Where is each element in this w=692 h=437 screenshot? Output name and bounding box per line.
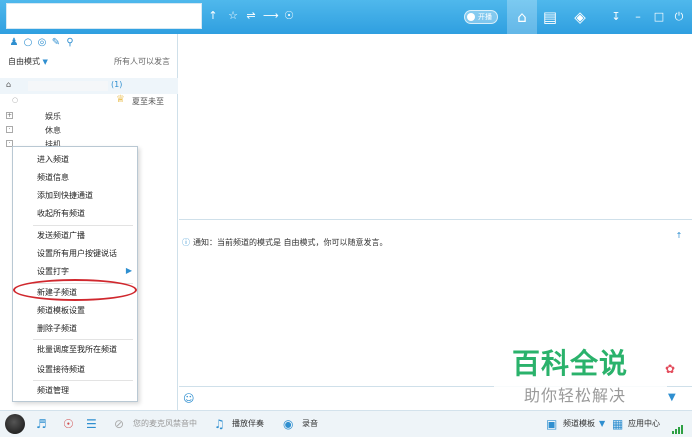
watermark-title: 百科全说 [512,347,629,380]
tree-item[interactable]: · 休息 [0,123,178,137]
maximize-icon[interactable]: □ [652,9,666,25]
mic-off-icon[interactable]: ⊘ [114,417,124,431]
menu-item-enter-channel[interactable]: 进入频道 [37,154,69,165]
menu-item-typing-settings[interactable]: 设置打字 [37,266,69,277]
channel-root[interactable]: ⌂ (1) [0,78,178,94]
apps-icon[interactable]: ▦ [612,417,623,431]
dropdown-icon[interactable]: ▼ [668,392,676,403]
user-icon[interactable]: ♟ [8,37,20,48]
user-name: 夏至未至 [132,97,164,106]
menu-item-add-shortcut[interactable]: 添加到快捷通道 [37,190,93,201]
speaker-icon[interactable]: ♬ [36,417,47,431]
power-icon[interactable]: ⏻ [672,9,686,25]
equalizer-icon[interactable]: ☰ [86,417,97,431]
template-icon[interactable]: ▣ [546,417,557,431]
download-icon[interactable]: ↧ [609,9,623,25]
watermark-subtitle: 助你轻松解决 [524,386,627,405]
channel-toolbar: ♟ ○ ◎ ✎ ⚲ [8,37,78,51]
search-icon[interactable]: ⚲ [64,37,76,48]
chevron-right-icon: ▶ [125,266,132,275]
notice-text: 通知：当前频道的模式是 自由模式，你可以随意发言。 [193,238,388,247]
share-arrow-icon[interactable]: ↑ [206,8,220,24]
channel-context-menu: 进入频道 频道信息 添加到快捷通道 收起所有频道 发送频道广播 设置所有用户按键… [12,146,138,402]
shield-icon[interactable]: ☉ [282,8,296,24]
channel-template-button[interactable]: 频道模板 [563,417,595,431]
chat-icon[interactable]: ○ [22,37,34,48]
edit-icon[interactable]: ✎ [50,37,62,48]
share-icon[interactable]: ⟶ [263,8,279,24]
channel-member-count: (1) [111,80,123,89]
signal-icon [672,420,684,434]
menu-item-push-to-talk[interactable]: 设置所有用户按键说话 [37,248,117,259]
channel-name-redacted [28,81,108,91]
channel-search-input[interactable] [6,3,202,29]
emoji-icon[interactable]: ☺ [183,392,194,405]
menu-divider [33,380,133,381]
menu-item-channel-info[interactable]: 频道信息 [37,172,69,183]
transfer-icon[interactable]: ⇌ [244,8,258,24]
gamepad-icon[interactable]: ◈ [565,0,595,34]
tree-item-label: 休息 [45,126,61,135]
mode-row: 自由模式 ▼ 所有人可以发言 [8,56,174,67]
info-icon: ⓘ [182,238,190,247]
tree-item[interactable]: + 娱乐 [0,109,178,123]
play-accompaniment-button[interactable]: 播放伴奏 [232,417,264,431]
status-dot-icon: ○ [12,96,19,104]
speak-permission: 所有人可以发言 [114,57,170,66]
menu-item-reception-channel[interactable]: 设置接待频道 [37,364,85,375]
location-icon[interactable]: ◎ [36,37,48,48]
record-icon[interactable]: ◉ [283,417,293,431]
menu-item-delete-subchannel[interactable]: 删除子频道 [37,323,77,334]
mode-selector[interactable]: 自由模式 [8,57,40,66]
expand-icon[interactable]: + [6,112,13,119]
avatar[interactable] [5,414,25,434]
live-toggle[interactable]: 开播 [464,10,498,24]
menu-item-batch-move[interactable]: 批量调度至我所在频道 [37,344,117,355]
record-button[interactable]: 录音 [302,417,318,431]
mic-status-text: 您的麦克风禁音中 [133,419,197,428]
menu-divider [33,225,133,226]
home-small-icon: ⌂ [6,80,12,89]
menu-item-broadcast[interactable]: 发送频道广播 [37,230,85,241]
watermark: 百科全说 助你轻松解决 [494,330,667,410]
home-icon[interactable]: ⌂ [507,0,537,34]
menu-divider [33,339,133,340]
list-icon[interactable]: ▤ [535,0,565,34]
chevron-down-icon[interactable]: ▼ [43,58,48,66]
chevron-down-icon[interactable]: ▼ [599,417,605,431]
menu-item-channel-management[interactable]: 频道管理 [37,385,69,396]
system-notice: ⓘ 通知：当前频道的模式是 自由模式，你可以随意发言。 [182,237,388,248]
flower-icon[interactable]: ✿ [665,362,675,376]
crown-icon: ♕ [116,94,125,105]
highlight-circle [13,279,137,301]
star-icon[interactable]: ☆ [226,8,240,24]
menu-item-collapse-all[interactable]: 收起所有频道 [37,208,85,219]
bottom-toolbar: ♬ ☉ ☰ ⊘ 您的麦克风禁音中 ♫ 播放伴奏 ◉ 录音 ▣ 频道模板 ▼ ▦ … [0,410,692,437]
menu-item-template-settings[interactable]: 频道模板设置 [37,305,85,316]
music-icon[interactable]: ♫ [214,417,225,431]
tree-item-label: 娱乐 [45,112,61,121]
mic-muted-icon[interactable]: ☉ [63,417,74,431]
toggle-knob [467,13,475,21]
title-bar: ↑ ☆ ⇌ ⟶ ☉ 开播 ⌂ ▤ ◈ ↧ – □ ⏻ [0,0,692,34]
app-center-button[interactable]: 应用中心 [628,417,660,431]
minimize-icon[interactable]: – [631,9,645,25]
expand-icon[interactable]: · [6,126,13,133]
user-row[interactable]: ○ ♕ 夏至未至 [0,94,178,108]
video-area [179,34,692,220]
scroll-top-icon[interactable]: ↑ [673,231,685,241]
toggle-label: 开播 [478,13,492,21]
